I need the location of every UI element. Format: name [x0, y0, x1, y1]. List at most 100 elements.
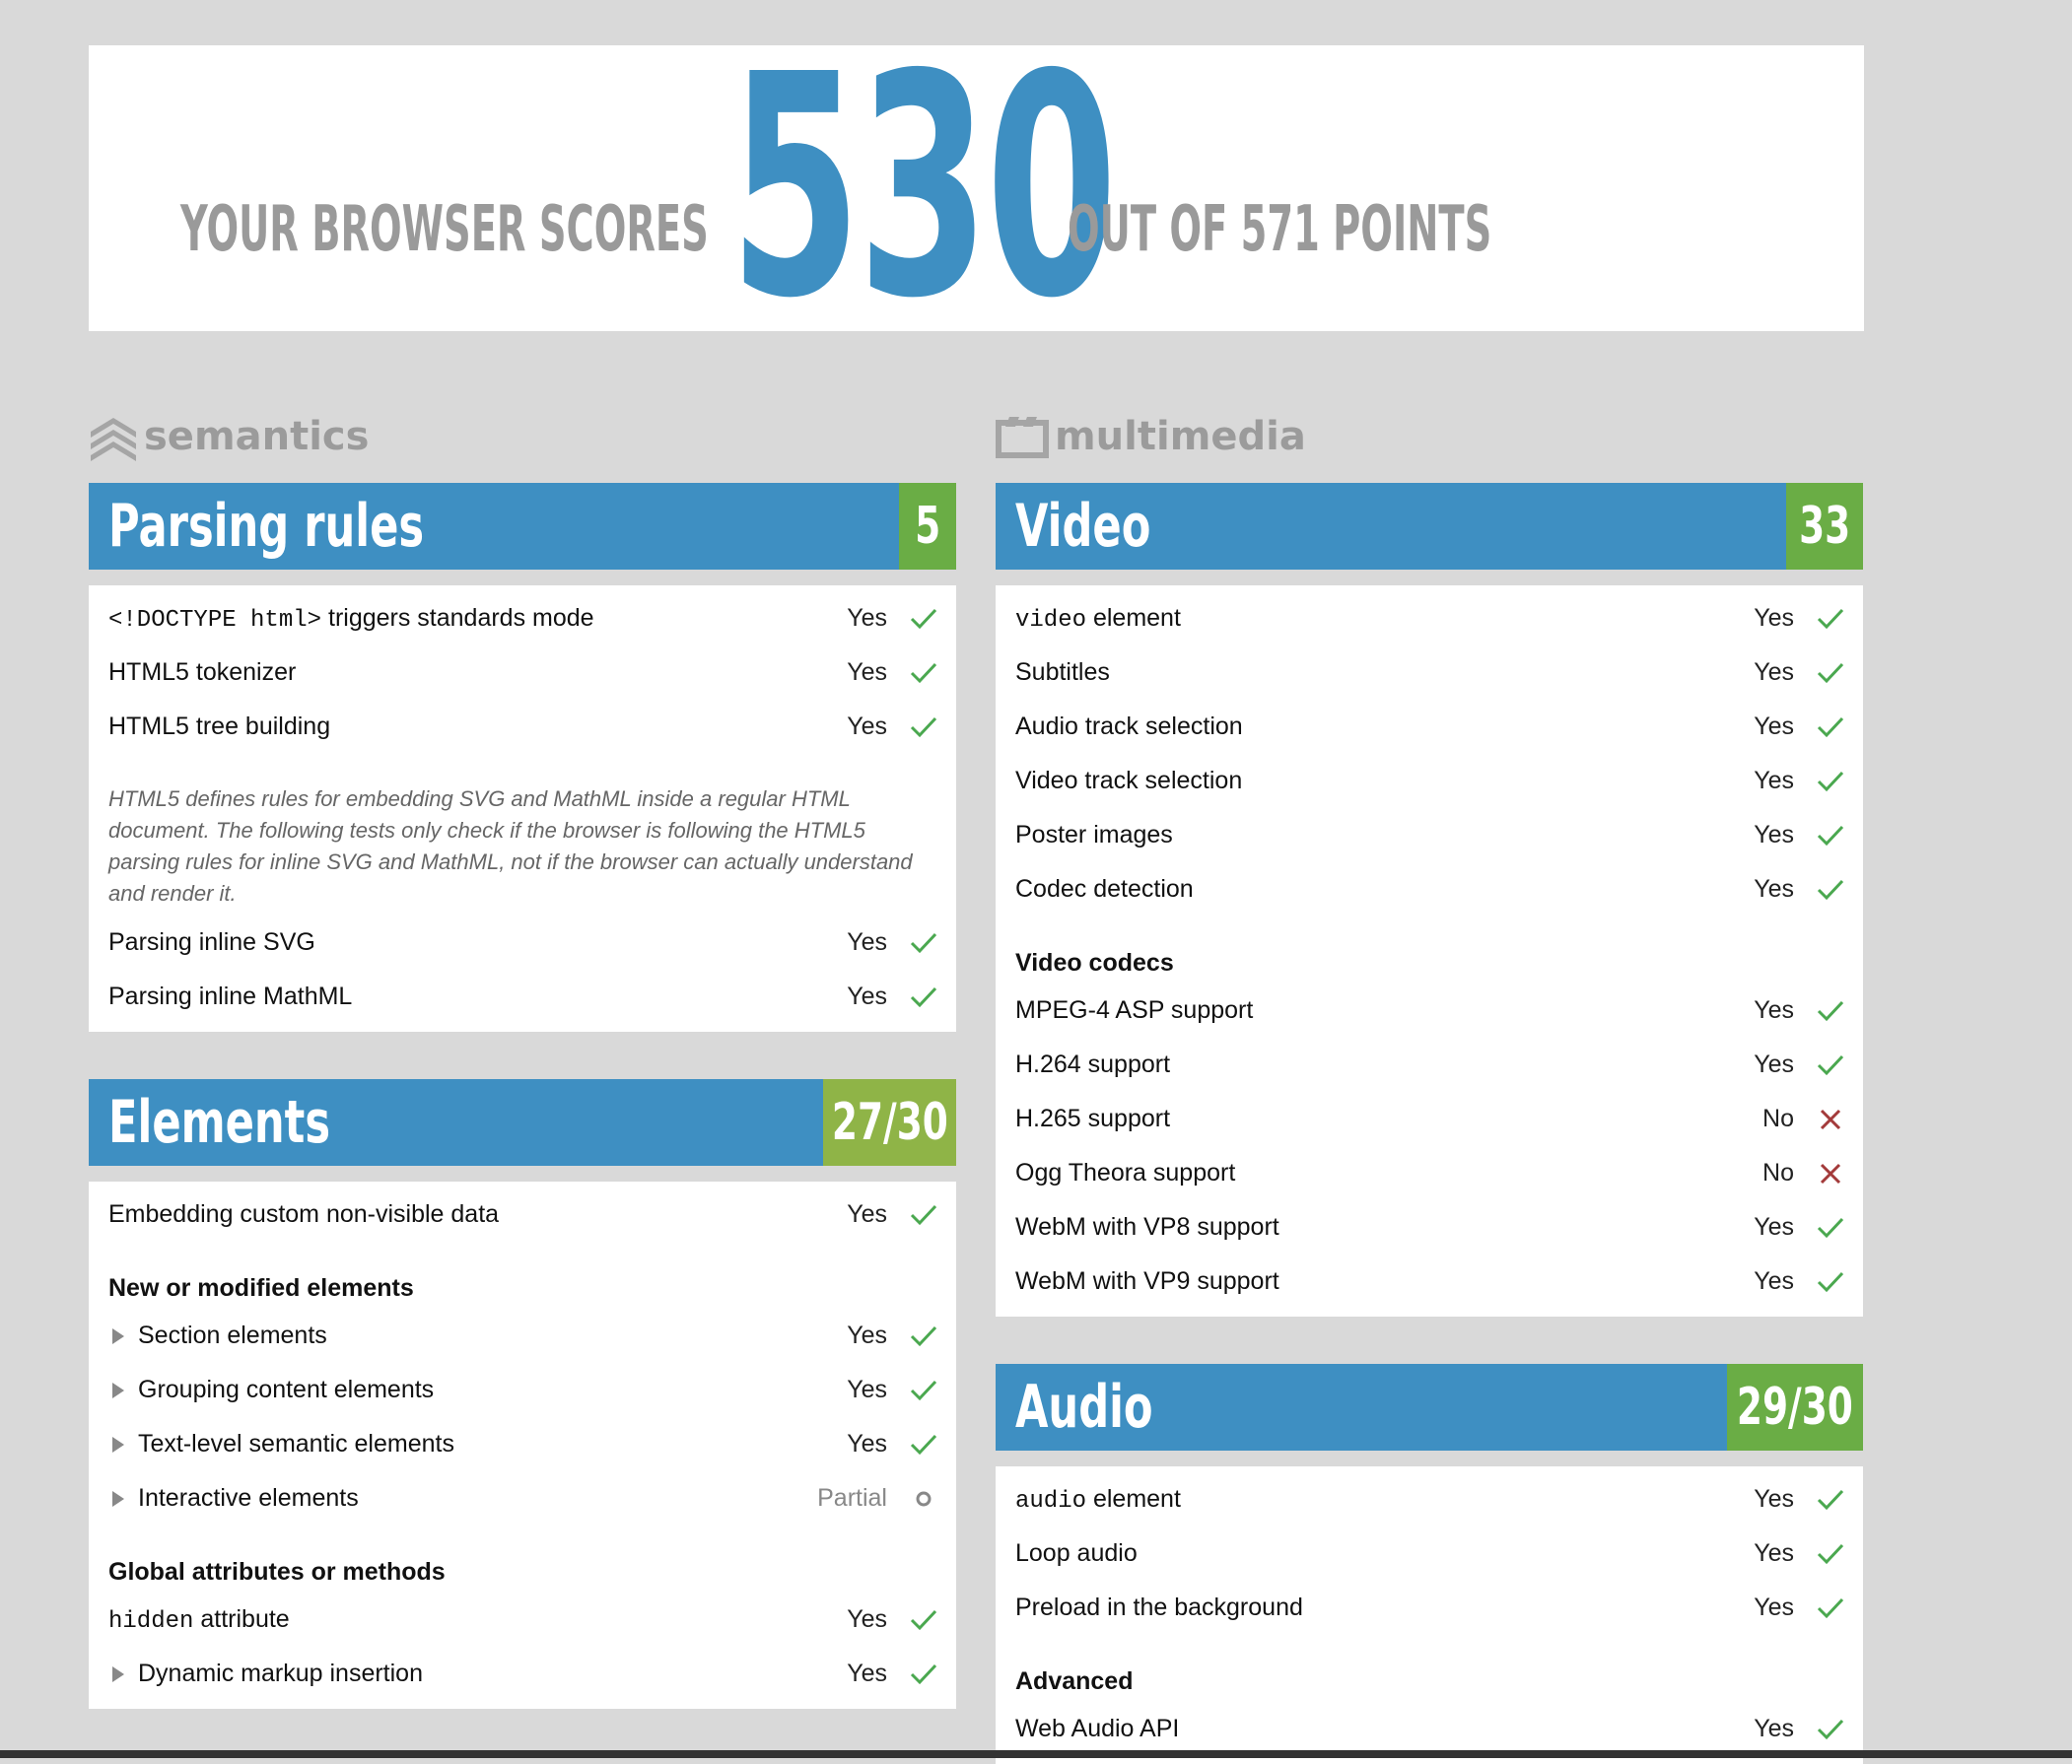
section-score: 27/30	[823, 1079, 956, 1166]
test-label: <!DOCTYPE html> triggers standards mode	[108, 603, 594, 634]
test-label: Dynamic markup insertion	[138, 1660, 423, 1687]
test-row[interactable]: H.265 support No	[996, 1092, 1863, 1146]
test-label: WebM with VP8 support	[1015, 1213, 1279, 1241]
test-row[interactable]: audio element Yes	[996, 1472, 1863, 1527]
expandable-test-row[interactable]: Dynamic markup insertion Yes	[89, 1647, 956, 1701]
test-row[interactable]: Video track selection Yes	[996, 754, 1863, 808]
test-result: Yes	[1754, 1051, 1794, 1078]
expandable-test-row[interactable]: Text-level semantic elements Yes	[89, 1417, 956, 1471]
test-row[interactable]: Embedding custom non-visible data Yes	[89, 1187, 956, 1242]
score-banner: YOUR BROWSER SCORES 530 OUT OF 571 POINT…	[89, 35, 1864, 341]
test-row[interactable]: H.264 support Yes	[996, 1038, 1863, 1092]
test-row[interactable]: WebM with VP8 support Yes	[996, 1200, 1863, 1255]
test-row[interactable]: MPEG-4 ASP support Yes	[996, 984, 1863, 1038]
test-result: No	[1762, 1105, 1794, 1132]
elements-header[interactable]: Elements 27/30	[89, 1079, 956, 1166]
test-label: Subtitles	[1015, 658, 1110, 686]
test-row[interactable]: Parsing inline MathML Yes	[89, 970, 956, 1024]
test-label: hidden attribute	[108, 1604, 290, 1635]
check-icon	[1816, 1485, 1845, 1515]
expandable-test-row[interactable]: Grouping content elements Yes	[89, 1363, 956, 1417]
check-icon	[1816, 712, 1845, 742]
check-icon	[1816, 1213, 1845, 1243]
test-result: Yes	[1754, 767, 1794, 794]
subsection-heading: New or modified elements	[108, 1274, 414, 1302]
test-label: Parsing inline MathML	[108, 983, 353, 1010]
test-result: Yes	[1754, 1539, 1794, 1567]
check-icon	[909, 1322, 938, 1351]
test-result: Yes	[847, 1430, 887, 1458]
parsing-note: HTML5 defines rules for embedding SVG an…	[108, 786, 913, 906]
test-result: Yes	[1754, 604, 1794, 632]
parsing-rules-body: <!DOCTYPE html> triggers standards mode …	[89, 585, 956, 1032]
parsing-rules-header[interactable]: Parsing rules 5	[89, 483, 956, 570]
expand-triangle-icon[interactable]	[112, 1490, 124, 1507]
semantics-column: Parsing rules 5 <!DOCTYPE html> triggers…	[89, 483, 956, 1709]
test-row[interactable]: HTML5 tree building Yes	[89, 700, 956, 754]
test-row[interactable]: HTML5 tokenizer Yes	[89, 645, 956, 700]
check-icon	[909, 1376, 938, 1405]
audio-header[interactable]: Audio 29/30	[996, 1364, 1863, 1451]
test-row[interactable]: Audio track selection Yes	[996, 700, 1863, 754]
test-label: WebM with VP9 support	[1015, 1267, 1279, 1295]
test-result: Yes	[847, 1322, 887, 1349]
check-icon	[1816, 1051, 1845, 1080]
check-icon	[1816, 658, 1845, 688]
test-result: Yes	[1754, 875, 1794, 903]
test-label: Interactive elements	[138, 1484, 359, 1512]
clapperboard-icon	[996, 417, 1049, 458]
check-icon	[909, 1605, 938, 1635]
expand-triangle-icon[interactable]	[112, 1436, 124, 1453]
section-title: Parsing rules	[108, 492, 425, 561]
check-icon	[1816, 604, 1845, 634]
check-icon	[909, 1430, 938, 1459]
expand-triangle-icon[interactable]	[112, 1382, 124, 1398]
category-semantics-label: semantics	[144, 414, 370, 459]
test-row[interactable]: Preload in the background Yes	[996, 1581, 1863, 1635]
subsection-heading: Global attributes or methods	[108, 1558, 446, 1586]
test-row[interactable]: Ogg Theora support No	[996, 1146, 1863, 1200]
test-label: HTML5 tree building	[108, 712, 331, 740]
test-result: Yes	[847, 1660, 887, 1687]
test-result: Yes	[847, 1376, 887, 1403]
test-row[interactable]: video element Yes	[996, 591, 1863, 645]
test-label: HTML5 tokenizer	[108, 658, 297, 686]
section-score: 29/30	[1727, 1364, 1863, 1451]
test-label: Video track selection	[1015, 767, 1243, 794]
test-label: audio element	[1015, 1484, 1181, 1515]
test-result: Yes	[847, 1200, 887, 1228]
test-row[interactable]: hidden attribute Yes	[89, 1593, 956, 1647]
cross-icon	[1816, 1105, 1845, 1134]
expandable-test-row[interactable]: Section elements Yes	[89, 1309, 956, 1363]
test-label: Embedding custom non-visible data	[108, 1200, 500, 1228]
window-bottom-edge	[0, 1750, 2072, 1758]
check-icon	[1816, 996, 1845, 1026]
check-icon	[1816, 1594, 1845, 1623]
expand-triangle-icon[interactable]	[112, 1665, 124, 1682]
check-icon	[909, 983, 938, 1012]
video-header[interactable]: Video 33	[996, 483, 1863, 570]
test-row[interactable]: Web Audio API Yes	[996, 1702, 1863, 1756]
test-row[interactable]: WebM with VP9 support Yes	[996, 1255, 1863, 1309]
score-value: 530	[729, 10, 1118, 366]
expand-triangle-icon[interactable]	[112, 1327, 124, 1344]
test-row[interactable]: Parsing inline SVG Yes	[89, 916, 956, 970]
test-result: Yes	[1754, 1485, 1794, 1513]
test-row[interactable]: Loop audio Yes	[996, 1527, 1863, 1581]
test-row[interactable]: <!DOCTYPE html> triggers standards mode …	[89, 591, 956, 645]
check-icon	[909, 658, 938, 688]
test-result: Yes	[847, 1605, 887, 1633]
elements-body: Embedding custom non-visible data Yes Ne…	[89, 1182, 956, 1709]
test-result: Yes	[1754, 1715, 1794, 1742]
test-result: No	[1762, 1159, 1794, 1187]
test-label: video element	[1015, 603, 1181, 634]
check-icon	[909, 1200, 938, 1230]
test-row[interactable]: Codec detection Yes	[996, 862, 1863, 916]
score-suffix: OUT OF 571 POINTS	[1068, 193, 1492, 266]
cross-icon	[1816, 1159, 1845, 1188]
test-row[interactable]: Poster images Yes	[996, 808, 1863, 862]
section-title: Elements	[108, 1088, 331, 1157]
expandable-test-row[interactable]: Interactive elements Partial	[89, 1471, 956, 1526]
test-label: MPEG-4 ASP support	[1015, 996, 1254, 1024]
test-row[interactable]: Subtitles Yes	[996, 645, 1863, 700]
